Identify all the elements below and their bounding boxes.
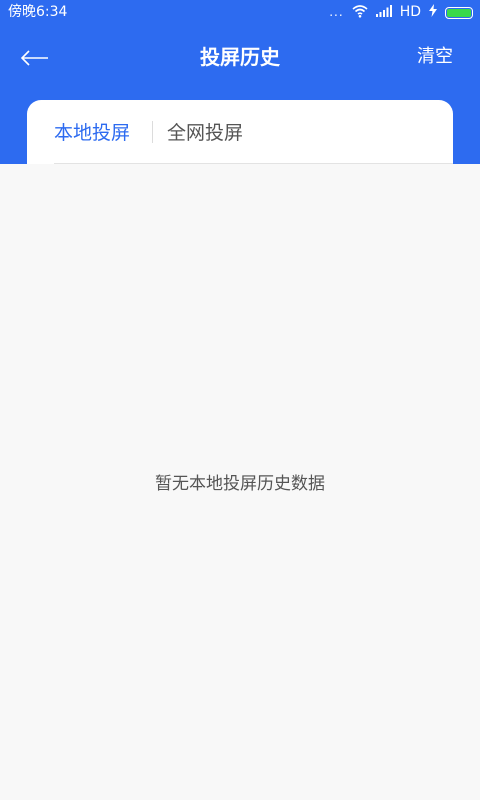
history-list-area: 暂无本地投屏历史数据 (0, 164, 480, 800)
status-icons: ... HD (329, 4, 473, 21)
network-type: HD (399, 4, 421, 20)
charging-icon (429, 4, 437, 21)
battery-icon (445, 6, 473, 19)
tab-local-cast[interactable]: 本地投屏 (54, 120, 130, 146)
tab-global-cast[interactable]: 全网投屏 (167, 120, 243, 146)
battery-level (447, 8, 471, 17)
page-title: 投屏历史 (200, 45, 280, 69)
wifi-icon (352, 4, 368, 22)
more-notifications-icon: ... (329, 5, 344, 19)
tab-divider (152, 121, 153, 143)
status-bar: 傍晚6:34 ... HD (0, 0, 480, 25)
tab-bar: 本地投屏 全网投屏 (27, 100, 453, 170)
clear-button[interactable]: 清空 (417, 43, 453, 71)
signal-icon (375, 4, 392, 21)
status-time: 傍晚6:34 (8, 4, 68, 20)
empty-state-message: 暂无本地投屏历史数据 (155, 474, 325, 494)
